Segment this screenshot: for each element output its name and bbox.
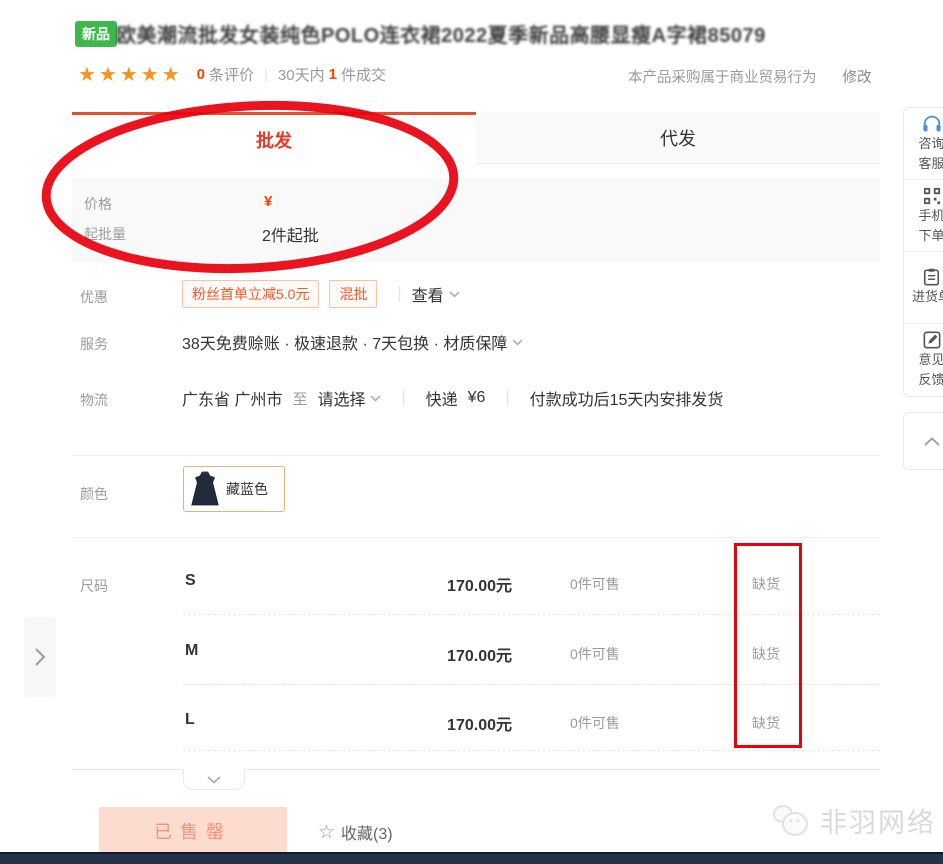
trade-note: 本产品采购属于商业贸易行为 [628,66,817,87]
watermark-logo-icon [768,800,812,840]
tab-dropship[interactable]: 代发 [476,112,880,164]
divider: | [505,389,509,407]
row-divider [183,750,880,751]
clipboard-icon [923,268,940,286]
price-currency: ¥ [264,193,272,210]
sales-prefix: 30天内 [278,64,325,85]
promo-row: 粉丝首单立减5.0元 混批 | 查看 [182,280,460,308]
reviews-count: 0 [197,66,205,83]
price-panel: 价格 ¥ 起批量 2件起批 [72,178,880,262]
tab-wholesale[interactable]: 批发 [72,112,476,164]
logistics-row: 广东省 广州市 至 请选择 | 快递 ¥6 | 付款成功后15天内安排发货 [182,386,723,410]
sku-status: 缺货 [752,713,780,733]
chevron-up-icon [924,437,940,446]
trade-note-row: 本产品采购属于商业贸易行为 修改 [628,66,872,87]
favorite-label: 收藏(3) [341,820,393,844]
utility-sidebar: 咨询 客服 手机 下单 进货单 [903,107,943,397]
dress-thumbnail [190,470,220,508]
headset-icon [922,115,942,133]
sku-price: 170.00元 [420,711,512,735]
favorite-star-icon: ☆ [318,821,335,844]
moq-value: 2件起批 [262,222,319,246]
divider: | [264,66,268,83]
service-label: 服务 [80,334,108,354]
mix-batch-tag: 混批 [329,280,377,308]
logistics-to: 至 [292,388,307,409]
service-text: 38天免费赊账 · 极速退款 · 7天包换 · 材质保障 [182,330,507,354]
divider: | [397,285,401,303]
watermark: 非羽网络 [768,800,936,840]
qrcode-icon [923,187,941,205]
expand-more-button[interactable] [183,769,245,790]
bottom-bar [0,854,943,864]
sales-count: 1 [329,66,337,83]
size-label: 尺码 [80,576,108,596]
section-divider [72,455,880,456]
chevron-down-icon [370,395,381,402]
chevron-right-icon [34,647,46,667]
chevron-down-icon [207,776,221,784]
modify-link[interactable]: 修改 [843,66,872,87]
express-fee: ¥6 [468,389,486,407]
mode-tabbar: 批发 代发 [72,112,880,164]
logistics-origin: 广东省 广州市 [182,386,282,410]
sidebar-collapse-button[interactable] [903,412,943,470]
promo-view-link[interactable]: 查看 [412,282,444,306]
sku-stock: 0件可售 [570,574,620,594]
express-label: 快递 [426,386,458,410]
sold-out-button[interactable]: 已售罄 [99,807,287,855]
row-divider [183,684,880,685]
side-panel-handle[interactable] [24,617,56,697]
new-product-badge: 新品 [75,21,117,47]
moq-label: 起批量 [84,224,126,244]
sku-stock: 0件可售 [570,644,620,664]
sku-status: 缺货 [752,574,780,594]
feedback-icon [923,331,941,349]
watermark-brand: 非羽网络 [820,801,936,840]
promo-label: 优惠 [80,287,108,307]
star-rating-icons: ★★★★★ [78,62,183,87]
reviews-label[interactable]: 条评价 [209,64,254,85]
favorite-button[interactable]: ☆ 收藏(3) [318,820,393,844]
sidebar-item-purchase-list[interactable]: 进货单 [904,252,943,324]
service-row[interactable]: 38天免费赊账 · 极速退款 · 7天包换 · 材质保障 [182,330,523,354]
sidebar-item-feedback[interactable]: 意见 反馈 [904,324,943,396]
row-divider [183,614,880,615]
color-option-navy[interactable]: 藏蓝色 [183,466,285,512]
fans-discount-tag: 粉丝首单立减5.0元 [182,280,319,308]
color-label: 颜色 [80,484,108,504]
sku-size: M [185,642,198,660]
sku-price: 170.00元 [420,572,512,596]
section-divider [72,537,880,538]
chevron-down-icon[interactable] [449,291,460,298]
sidebar-item-mobile-order[interactable]: 手机 下单 [904,180,943,252]
sku-size: L [185,711,195,729]
divider: | [401,389,405,407]
sku-status: 缺货 [752,644,780,664]
product-title: 欧美潮流批发女装纯色POLO连衣裙2022夏季新品高腰显瘦A字裙85079 [116,19,766,48]
sales-suffix: 件成交 [341,64,386,85]
rating-row: ★★★★★ 0 条评价 | 30天内 1 件成交 [78,62,386,87]
sku-stock: 0件可售 [570,713,620,733]
destination-select[interactable]: 请选择 [317,386,381,410]
product-detail-page: 新品 欧美潮流批发女装纯色POLO连衣裙2022夏季新品高腰显瘦A字裙85079… [0,0,943,864]
logistics-label: 物流 [80,390,108,410]
sku-price: 170.00元 [420,642,512,666]
sidebar-item-customer-service[interactable]: 咨询 客服 [904,108,943,180]
ship-note: 付款成功后15天内安排发货 [530,386,724,410]
chevron-down-icon[interactable] [512,339,523,346]
color-option-label: 藏蓝色 [226,479,268,499]
price-label: 价格 [84,194,112,214]
sku-size: S [185,572,196,590]
